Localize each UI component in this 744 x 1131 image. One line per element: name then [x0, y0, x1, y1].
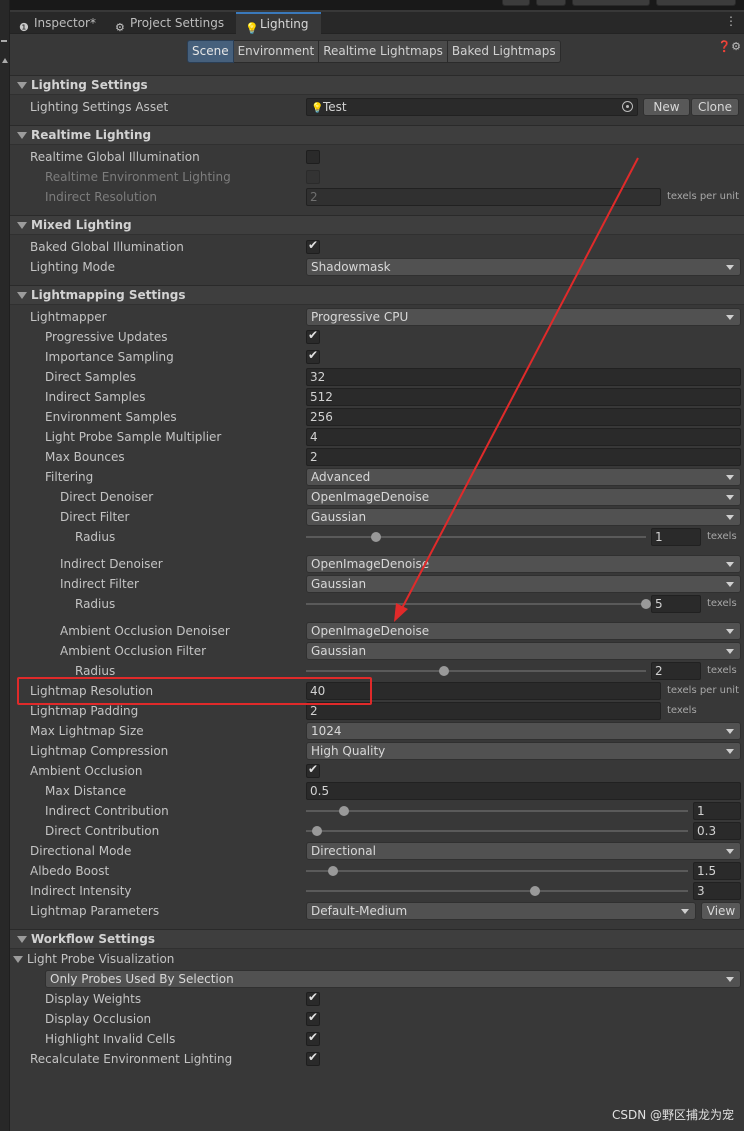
annotation-arrow-head: [394, 603, 408, 622]
annotation-arrow: [394, 157, 639, 622]
watermark: CSDN @野区捕龙为宠: [611, 1108, 734, 1122]
annotation-arrow-line: [399, 157, 639, 613]
